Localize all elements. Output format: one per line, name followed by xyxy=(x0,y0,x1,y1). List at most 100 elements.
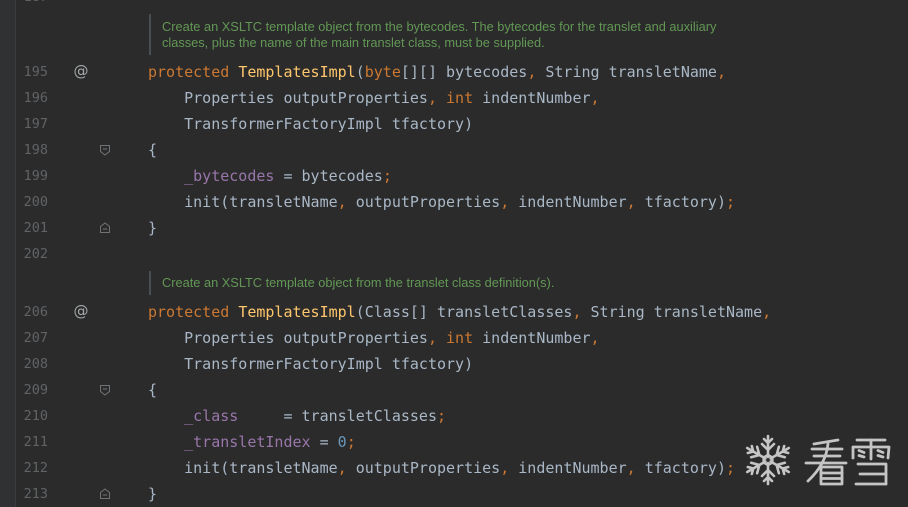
code-line[interactable]: 201} xyxy=(0,215,908,241)
code-text[interactable]: TransformerFactoryImpl tfactory) xyxy=(148,351,473,377)
line-number: 213 xyxy=(23,486,48,502)
code-text[interactable]: { xyxy=(148,137,157,163)
code-line[interactable]: 210 _class = transletClasses; xyxy=(0,403,908,429)
code-token: , xyxy=(427,329,437,347)
code-token: TemplatesImpl xyxy=(238,303,356,321)
code-token: init(transletName xyxy=(148,459,338,477)
code-line[interactable]: 209 { xyxy=(0,377,908,403)
annotation-gutter-icon[interactable]: @ xyxy=(73,59,89,83)
doc-comment-text: Create an XSLTC template object from the… xyxy=(162,19,908,51)
code-token: _bytecodes xyxy=(184,166,275,185)
code-token: (Class[] transletClasses xyxy=(355,303,573,321)
code-line[interactable]: 197 TransformerFactoryImpl tfactory) xyxy=(0,111,908,137)
code-token: , xyxy=(590,88,600,107)
watermark-glyph-kan xyxy=(804,438,848,486)
code-token: = xyxy=(310,433,338,451)
code-token: { xyxy=(148,140,158,159)
watermark-glyph-xue xyxy=(851,438,891,486)
fold-end-icon[interactable] xyxy=(99,221,111,234)
snowflake-icon xyxy=(745,434,791,486)
doc-comment-text: Create an XSLTC template object from the… xyxy=(162,275,908,291)
code-token: { xyxy=(148,381,158,399)
code-token: int xyxy=(446,88,474,107)
fold-start-icon[interactable] xyxy=(99,384,111,396)
code-line[interactable]: 198 { xyxy=(0,137,908,163)
code-token: ; xyxy=(346,433,356,451)
code-line[interactable]: 206 @ protected TemplatesImpl(Class[] tran… xyxy=(0,299,908,325)
code-token: indentNumber xyxy=(473,329,591,347)
code-line[interactable]: 207 Properties outputProperties, int ind… xyxy=(0,325,908,351)
code-token: ; xyxy=(726,459,736,477)
line-number: 187 xyxy=(0,0,48,10)
code-token: TransformerFactoryImpl tfactory) xyxy=(148,355,474,373)
code-text[interactable]: protected TemplatesImpl(byte[][] bytecod… xyxy=(148,59,726,85)
code-text[interactable]: } xyxy=(148,481,157,507)
code-line[interactable]: 199 _bytecodes = bytecodes; xyxy=(0,163,908,189)
code-token: indentNumber xyxy=(509,192,627,211)
code-text[interactable]: } xyxy=(148,215,157,241)
fold-end-icon[interactable] xyxy=(99,488,111,500)
code-token: , xyxy=(572,303,582,321)
code-token: 0 xyxy=(337,433,347,451)
line-number: 208 xyxy=(23,356,48,372)
code-editor[interactable]: 187 Create an XSLTC template object from … xyxy=(0,0,908,507)
code-token: ; xyxy=(726,192,736,211)
code-token: indentNumber xyxy=(509,459,627,477)
code-line[interactable]: 196 Properties outputProperties, int ind… xyxy=(0,85,908,111)
code-token: byte xyxy=(364,62,401,81)
code-text[interactable]: init(transletName, outputProperties, ind… xyxy=(148,189,735,215)
code-text[interactable]: TransformerFactoryImpl tfactory) xyxy=(148,111,473,137)
code-token: outputProperties xyxy=(346,192,501,211)
code-token: , xyxy=(500,192,510,211)
code-text[interactable]: Properties outputProperties, int indentN… xyxy=(148,325,600,351)
annotation-gutter-icon[interactable]: @ xyxy=(73,299,89,323)
rendered-doc-comment[interactable]: Create an XSLTC template object from the… xyxy=(0,267,908,300)
line-number: 211 xyxy=(23,434,48,450)
code-text[interactable]: _class = transletClasses; xyxy=(148,403,446,429)
line-number: 201 xyxy=(23,219,48,236)
code-line[interactable]: 187 xyxy=(0,0,908,10)
code-token: _class xyxy=(184,407,239,425)
line-number: 202 xyxy=(23,245,48,262)
code-text[interactable]: _bytecodes = bytecodes; xyxy=(148,163,392,189)
code-token: int xyxy=(446,329,474,347)
code-token: [][] bytecodes xyxy=(400,62,528,81)
code-line[interactable]: 202 xyxy=(0,241,908,267)
code-token: outputProperties xyxy=(346,459,501,477)
code-token: = bytecodes xyxy=(274,166,383,185)
code-line[interactable]: 200 init(transletName, outputProperties,… xyxy=(0,189,908,215)
code-token: tfactory) xyxy=(635,459,726,477)
code-text[interactable]: _transletIndex = 0; xyxy=(148,429,356,455)
code-token: protected xyxy=(148,303,230,321)
code-token: TemplatesImpl xyxy=(238,62,356,81)
code-line[interactable]: 195 @ protected TemplatesImpl(byte[][] byt… xyxy=(0,59,908,85)
line-number: 195 xyxy=(23,63,48,80)
code-text[interactable]: Properties outputProperties, int indentN… xyxy=(148,85,600,111)
code-token: , xyxy=(590,329,600,347)
code-token: tfactory) xyxy=(635,192,726,211)
doc-comment-bar xyxy=(149,270,151,295)
line-number: 209 xyxy=(23,382,48,398)
code-text[interactable]: { xyxy=(148,377,157,403)
code-token: } xyxy=(148,218,158,237)
code-token: , xyxy=(626,192,636,211)
line-number: 212 xyxy=(23,460,48,476)
code-token: String transletName xyxy=(581,303,763,321)
code-line[interactable]: 208 TransformerFactoryImpl tfactory) xyxy=(0,351,908,377)
code-text[interactable]: init(transletName, outputProperties, ind… xyxy=(148,455,735,481)
doc-comment-line: Create an XSLTC template object from the… xyxy=(162,275,555,290)
line-number: 198 xyxy=(23,141,48,158)
code-token: ( xyxy=(355,62,365,81)
rendered-doc-comment[interactable]: Create an XSLTC template object from the… xyxy=(0,10,908,59)
code-token: TransformerFactoryImpl tfactory) xyxy=(148,114,474,133)
fold-start-icon[interactable] xyxy=(99,144,111,156)
code-token: , xyxy=(762,303,772,321)
code-token: protected xyxy=(148,62,230,81)
doc-comment-line: Create an XSLTC template object from the… xyxy=(162,18,717,34)
code-text[interactable]: protected TemplatesImpl(Class[] translet… xyxy=(148,299,771,325)
line-number: 197 xyxy=(23,115,48,132)
